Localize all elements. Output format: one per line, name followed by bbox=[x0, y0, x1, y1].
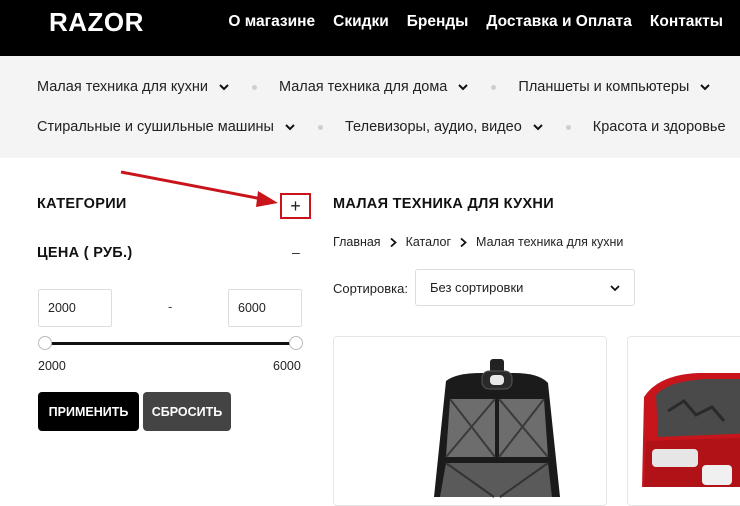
category-label: Планшеты и компьютеры bbox=[518, 79, 690, 95]
page-title: МАЛАЯ ТЕХНИКА ДЛЯ КУХНИ bbox=[333, 196, 554, 212]
chevron-down-icon bbox=[285, 124, 295, 131]
sort-select[interactable]: Без сортировки bbox=[415, 269, 635, 306]
plus-icon: + bbox=[290, 196, 301, 216]
category-label: Малая техника для кухни bbox=[37, 79, 208, 95]
chevron-right-icon bbox=[460, 237, 467, 247]
category-washers[interactable]: Стиральные и сушильные машины bbox=[37, 119, 296, 135]
price-to-input[interactable]: 6000 bbox=[228, 289, 302, 327]
price-slider-max-handle[interactable] bbox=[289, 336, 303, 350]
category-kitchen[interactable]: Малая техника для кухни bbox=[37, 79, 230, 95]
category-tv[interactable]: Телевизоры, аудио, видео bbox=[345, 119, 544, 135]
product-card[interactable] bbox=[627, 336, 740, 506]
sort-value: Без сортировки bbox=[430, 280, 524, 295]
category-bar: Малая техника для кухни Малая техника дл… bbox=[0, 56, 740, 158]
separator-dot bbox=[491, 84, 497, 90]
category-label: Малая техника для дома bbox=[278, 79, 448, 95]
range-min-label: 2000 bbox=[38, 359, 66, 373]
breadcrumb-home[interactable]: Главная bbox=[333, 235, 381, 249]
category-label: Стиральные и сушильные машины bbox=[37, 119, 274, 135]
category-tablets[interactable]: Планшеты и компьютеры bbox=[518, 79, 711, 95]
category-row: Малая техника для кухни Малая техника дл… bbox=[37, 79, 711, 95]
price-title: ЦЕНА ( РУБ.) bbox=[37, 245, 133, 261]
nav-delivery[interactable]: Доставка и Оплата bbox=[486, 13, 631, 31]
range-max-label: 6000 bbox=[273, 359, 301, 373]
category-label: Телевизоры, аудио, видео bbox=[344, 119, 522, 135]
category-label: Красота и здоровье bbox=[592, 119, 726, 135]
price-slider-min-handle[interactable] bbox=[38, 336, 52, 350]
top-nav: О магазине Скидки Бренды Доставка и Опла… bbox=[228, 13, 723, 31]
chevron-down-icon bbox=[700, 84, 711, 91]
top-header: RAZOR О магазине Скидки Бренды Доставка … bbox=[0, 0, 740, 56]
separator-dot bbox=[251, 84, 257, 90]
sandwich-maker-image bbox=[434, 359, 560, 498]
apply-button[interactable]: ПРИМЕНИТЬ bbox=[38, 392, 139, 431]
chevron-down-icon bbox=[219, 84, 229, 91]
nav-discounts[interactable]: Скидки bbox=[333, 13, 389, 31]
category-beauty[interactable]: Красота и здоровье bbox=[593, 119, 726, 135]
chevron-down-icon bbox=[458, 84, 469, 91]
logo[interactable]: RAZOR bbox=[49, 8, 144, 36]
categories-expand-button[interactable]: + bbox=[280, 193, 311, 219]
price-from-input[interactable]: 2000 bbox=[38, 289, 112, 327]
product-card[interactable] bbox=[333, 336, 607, 506]
price-slider-track[interactable] bbox=[45, 342, 296, 345]
chevron-down-icon bbox=[533, 124, 543, 131]
waffle-maker-image bbox=[642, 373, 740, 487]
nav-about[interactable]: О магазине bbox=[228, 13, 315, 31]
range-separator: - bbox=[168, 299, 173, 314]
separator-dot bbox=[565, 124, 571, 130]
price-collapse-button[interactable]: – bbox=[292, 244, 300, 260]
chevron-down-icon bbox=[610, 285, 620, 292]
category-home[interactable]: Малая техника для дома bbox=[279, 79, 469, 95]
categories-title: КАТЕГОРИИ bbox=[37, 196, 127, 212]
nav-brands[interactable]: Бренды bbox=[407, 13, 469, 31]
reset-button[interactable]: СБРОСИТЬ bbox=[143, 392, 231, 431]
breadcrumb: Главная Каталог Малая техника для кухни bbox=[333, 235, 623, 249]
breadcrumb-catalog[interactable]: Каталог bbox=[406, 235, 451, 249]
sort-label: Сортировка: bbox=[333, 281, 408, 296]
separator-dot bbox=[317, 124, 323, 130]
chevron-right-icon bbox=[389, 237, 397, 247]
nav-contacts[interactable]: Контакты bbox=[650, 13, 723, 31]
breadcrumb-current: Малая техника для кухни bbox=[476, 235, 624, 249]
category-row: Стиральные и сушильные машины Телевизоры… bbox=[37, 119, 726, 135]
